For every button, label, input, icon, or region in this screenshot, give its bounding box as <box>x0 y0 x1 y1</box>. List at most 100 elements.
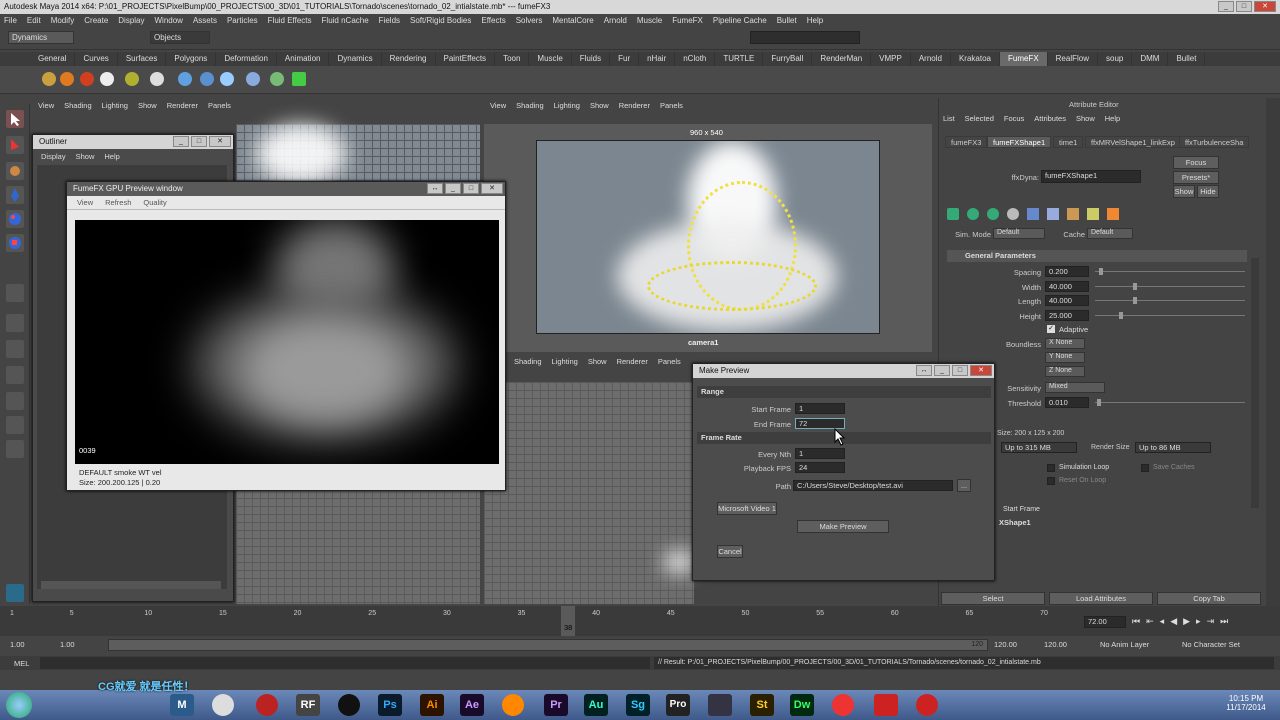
close-button[interactable]: ✕ <box>1254 1 1276 12</box>
menu-panels[interactable]: Panels <box>658 357 681 367</box>
menu-view[interactable]: View <box>490 101 506 111</box>
reset-on-loop-checkbox[interactable] <box>1047 477 1055 485</box>
spacing-field[interactable]: 0.200 <box>1045 266 1089 277</box>
range-slider[interactable]: 120 <box>108 639 988 651</box>
side-tabs[interactable] <box>1266 98 1280 606</box>
shelf-tab-turtle[interactable]: TURTLE <box>715 52 764 66</box>
browser-task-icon[interactable] <box>212 694 234 716</box>
realflow-task-icon[interactable]: RF <box>296 694 320 716</box>
shelf-tab-furryball[interactable]: FurryBall <box>763 52 813 66</box>
character-set-dropdown[interactable]: No Character Set <box>1182 640 1240 649</box>
play-forward-icon[interactable]: ▶ <box>1183 616 1190 627</box>
gear-icon[interactable] <box>1007 208 1019 220</box>
shelf-tab-soup[interactable]: soup <box>1098 52 1133 66</box>
grid-icon[interactable] <box>947 208 959 220</box>
attr-menu-show[interactable]: Show <box>1076 114 1095 123</box>
make-preview-button[interactable]: Make Preview <box>797 520 889 533</box>
shelf-tab-fur[interactable]: Fur <box>610 52 640 66</box>
codec-button[interactable]: Microsoft Video 1 <box>717 502 777 515</box>
go-to-start-icon[interactable]: ⏮ <box>1132 616 1140 627</box>
illustrator-task-icon[interactable]: Ai <box>420 694 444 716</box>
gpu-preview-close-button[interactable]: ✕ <box>481 183 503 194</box>
menu-soft-rigid-bodies[interactable]: Soft/Rigid Bodies <box>410 16 471 26</box>
shelf-tab-renderman[interactable]: RenderMan <box>812 52 872 66</box>
app-task-icon-2[interactable] <box>338 694 360 716</box>
aftereffects-task-icon[interactable]: Ae <box>460 694 484 716</box>
dialog-maximize-button[interactable]: □ <box>952 365 968 376</box>
gpu-preview-minimize-button[interactable]: _ <box>445 183 461 194</box>
shelf-tab-vmpp[interactable]: VMPP <box>871 52 911 66</box>
anim-layer-dropdown[interactable]: No Anim Layer <box>1100 640 1149 649</box>
fumefx-logo-icon[interactable] <box>6 584 24 602</box>
current-time-marker[interactable]: 38 <box>561 606 576 636</box>
length-slider[interactable] <box>1095 297 1245 304</box>
mel-label[interactable]: MEL <box>14 659 29 668</box>
app-task-icon-1[interactable] <box>256 694 278 716</box>
every-nth-field[interactable]: 1 <box>795 448 845 459</box>
menu-renderer[interactable]: Renderer <box>617 357 648 367</box>
menu-file[interactable]: File <box>4 16 17 26</box>
shelf-tab-general[interactable]: General <box>30 52 76 66</box>
layout-icon-1[interactable] <box>6 284 24 302</box>
outliner-menu-help[interactable]: Help <box>104 152 119 161</box>
select-button[interactable]: Select <box>941 592 1045 605</box>
premiere-task-icon[interactable]: Pr <box>544 694 568 716</box>
range-end-field[interactable]: 120.00 <box>994 640 1017 649</box>
audition-task-icon[interactable]: Au <box>584 694 608 716</box>
menu-effects[interactable]: Effects <box>481 16 505 26</box>
menu-fluid-ncache[interactable]: Fluid nCache <box>322 16 369 26</box>
shelf-tab-deformation[interactable]: Deformation <box>216 52 277 66</box>
general-parameters-header[interactable]: General Parameters <box>947 250 1247 262</box>
threshold-slider[interactable] <box>1095 399 1245 406</box>
menu-lighting[interactable]: Lighting <box>552 357 578 367</box>
load-attributes-button[interactable]: Load Attributes <box>1049 592 1153 605</box>
step-back-icon[interactable]: ⇤ <box>1146 616 1154 627</box>
paint-tool-icon[interactable] <box>6 162 24 180</box>
sim-mode-dropdown[interactable]: Default <box>993 228 1045 239</box>
menu-help[interactable]: Help <box>807 16 823 26</box>
shelf-tab-fumefx[interactable]: FumeFX <box>999 52 1048 66</box>
menu-particles[interactable]: Particles <box>227 16 258 26</box>
menu-panels[interactable]: Panels <box>660 101 683 111</box>
menu-show[interactable]: Show <box>590 101 609 111</box>
menu-pipeline-cache[interactable]: Pipeline Cache <box>713 16 767 26</box>
select-tool-icon[interactable] <box>6 110 24 128</box>
shelf-tab-surfaces[interactable]: Surfaces <box>118 52 167 66</box>
attr-menu-help[interactable]: Help <box>1105 114 1120 123</box>
app-task-icon-3[interactable] <box>502 694 524 716</box>
attr-tab-fumefxshape1[interactable]: fumeFXShape1 <box>987 136 1052 148</box>
shelf-tab-arnold[interactable]: Arnold <box>911 52 951 66</box>
range-end2-field[interactable]: 120.00 <box>1044 640 1067 649</box>
menu-show[interactable]: Show <box>138 101 157 111</box>
app-task-icon-6[interactable] <box>916 694 938 716</box>
shelf-icon-8[interactable] <box>200 72 214 86</box>
viewport-bottom-left[interactable] <box>236 490 480 604</box>
range-start2-field[interactable]: 1.00 <box>60 640 75 649</box>
layout-icon-3[interactable] <box>6 340 24 358</box>
story-task-icon[interactable]: St <box>750 694 774 716</box>
scale-tool-icon[interactable] <box>6 234 24 252</box>
dialog-minimize-button[interactable]: _ <box>934 365 950 376</box>
save-caches-checkbox[interactable] <box>1141 464 1149 472</box>
menu-view[interactable]: View <box>38 101 54 111</box>
move-tool-icon[interactable] <box>6 186 24 204</box>
preview-icon[interactable] <box>1047 208 1059 220</box>
gpu-menu-quality[interactable]: Quality <box>143 198 166 207</box>
shelf-tab-curves[interactable]: Curves <box>75 52 118 66</box>
current-frame-field[interactable]: 72.00 <box>1084 616 1126 628</box>
step-forward-icon[interactable]: ⇥ <box>1207 616 1215 627</box>
shelf-icon-5[interactable] <box>125 72 139 86</box>
camera-viewport[interactable]: 960 x 540 camera1 <box>484 124 932 352</box>
height-slider[interactable] <box>1095 312 1245 319</box>
shelf-icon-11[interactable] <box>270 72 284 86</box>
boundless-z-dropdown[interactable]: Z None <box>1045 366 1085 377</box>
path-field[interactable]: C:/Users/Steve/Desktop/test.avi <box>793 480 953 491</box>
menu-shading[interactable]: Shading <box>516 101 544 111</box>
outliner-maximize-button[interactable]: □ <box>191 136 207 147</box>
shelf-tab-dynamics[interactable]: Dynamics <box>329 52 382 66</box>
sensitivity-dropdown[interactable]: Mixed <box>1045 382 1105 393</box>
attr-tab-turbulence[interactable]: ffxTurbulenceSha <box>1179 136 1249 148</box>
width-slider[interactable] <box>1095 283 1245 290</box>
shelf-tab-muscle[interactable]: Muscle <box>529 52 572 66</box>
browse-button[interactable]: ... <box>957 479 971 492</box>
